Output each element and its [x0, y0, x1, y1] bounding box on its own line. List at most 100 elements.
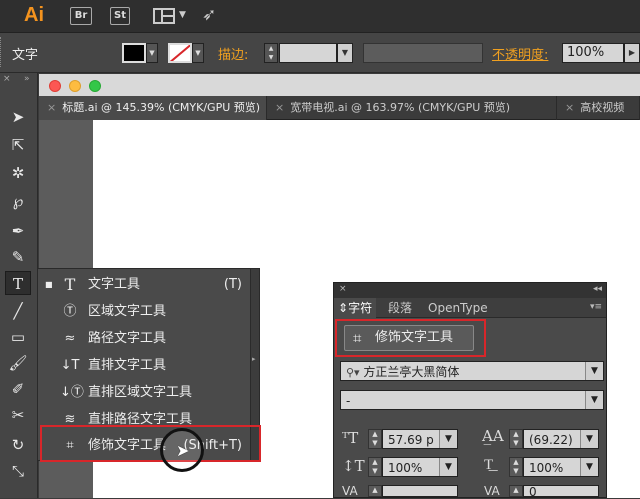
kerning-field[interactable]: [382, 485, 458, 497]
horizontal-scale-field[interactable]: 100% ▼: [523, 457, 599, 477]
scale-tool-icon[interactable]: ⤡: [5, 459, 31, 483]
panel-menu-icon[interactable]: ▾≡: [590, 302, 602, 312]
panel-header: × ◂◂: [334, 283, 606, 298]
zoom-window-button[interactable]: [89, 80, 101, 92]
font-style-value: -: [346, 394, 351, 408]
pen-tool-icon[interactable]: ✒: [5, 219, 31, 243]
character-panel: × ◂◂ ⇕字符 段落 OpenType ▾≡ ⌗ 修饰文字工具 ⚲▾ 方正兰亭…: [333, 282, 607, 498]
bridge-button[interactable]: Br: [70, 7, 92, 25]
flyout-item-type-tool[interactable]: ■ T 文字工具 (T): [38, 271, 250, 298]
selection-tool-icon[interactable]: ➤: [5, 105, 31, 129]
rocket-icon[interactable]: ➶: [202, 5, 216, 25]
vertical-area-type-tool-icon: ↓Ⓣ: [60, 385, 84, 400]
type-on-path-tool-icon: ≈: [64, 331, 76, 346]
minimize-window-button[interactable]: [69, 80, 81, 92]
scissors-tool-icon[interactable]: ✂: [5, 403, 31, 427]
collapse-icon[interactable]: ×: [3, 74, 11, 84]
fill-dropdown[interactable]: ▼: [146, 43, 158, 63]
tab-document-1[interactable]: × 标题.ai @ 145.39% (CMYK/GPU 预览): [39, 96, 267, 120]
stock-button[interactable]: St: [110, 7, 130, 25]
flyout-item-type-on-path-tool[interactable]: ≈ 路径文字工具: [38, 325, 250, 352]
grip-icon: [0, 37, 4, 67]
type-tool-icon[interactable]: T: [5, 271, 31, 295]
tab-character[interactable]: ⇕字符: [334, 298, 377, 318]
font-size-field[interactable]: 57.69 p ▼: [382, 429, 458, 449]
font-style-field[interactable]: - ▼: [340, 390, 604, 410]
tracking-stepper[interactable]: ▲: [509, 485, 523, 497]
tab-label: 标题.ai @ 145.39% (CMYK/GPU 预览): [62, 101, 261, 114]
opacity-input[interactable]: 100%: [562, 43, 624, 63]
flyout-item-vertical-type-tool[interactable]: ↓T 直排文字工具: [38, 352, 250, 379]
tab-paragraph[interactable]: 段落: [384, 298, 416, 318]
curvature-tool-icon[interactable]: ✎: [5, 245, 31, 269]
kerning-stepper[interactable]: ▲: [368, 485, 382, 497]
font-size-stepper[interactable]: ▲ ▼: [368, 429, 382, 449]
flyout-item-vertical-area-type-tool[interactable]: ↓Ⓣ 直排区域文字工具: [38, 379, 250, 406]
chevron-down-icon[interactable]: ▼: [179, 10, 186, 20]
leading-stepper[interactable]: ▲ ▼: [509, 429, 523, 449]
horizontal-scale-value: 100%: [529, 461, 564, 475]
stroke-weight-dropdown[interactable]: ▼: [337, 43, 353, 63]
line-tool-icon[interactable]: ╱: [5, 299, 31, 323]
opacity-dropdown[interactable]: ▶: [624, 43, 640, 63]
tool-name-label: 文字: [12, 48, 39, 63]
flyout-item-label: 直排区域文字工具: [88, 385, 193, 400]
tracking-value: 0: [529, 485, 537, 499]
horizontal-scale-stepper[interactable]: ▲ ▼: [509, 457, 523, 477]
leading-icon: A̲A: [482, 427, 504, 445]
vertical-type-tool-icon: ↓T: [60, 358, 80, 373]
tab-document-3[interactable]: × 高校视频: [557, 96, 640, 120]
font-family-value: 方正兰亭大黑简体: [363, 365, 460, 379]
close-tab-icon[interactable]: ×: [565, 101, 574, 114]
stroke-color-swatch[interactable]: [168, 43, 192, 63]
type-tool-icon: T: [64, 275, 76, 294]
lasso-tool-icon[interactable]: ℘: [5, 189, 31, 213]
chevron-down-icon[interactable]: ▼: [585, 391, 603, 409]
flyout-item-label: 直排文字工具: [88, 358, 167, 373]
font-size-value: 57.69 p: [388, 433, 434, 447]
tab-document-2[interactable]: × 宽带电视.ai @ 163.97% (CMYK/GPU 预览): [267, 96, 557, 120]
expand-icon[interactable]: »: [24, 74, 30, 84]
vertical-scale-stepper[interactable]: ▲ ▼: [368, 457, 382, 477]
tab-opentype[interactable]: OpenType: [424, 298, 492, 318]
control-bar: 文字 ▼ ▼ 描边: ▲ ▼ ▼ 不透明度: 100% ▶: [0, 33, 640, 73]
tracking-field[interactable]: 0: [523, 485, 599, 499]
window-titlebar: [39, 74, 640, 96]
direct-selection-tool-icon[interactable]: ⇱: [5, 133, 31, 157]
kerning-icon: VA: [342, 484, 358, 498]
flyout-item-area-type-tool[interactable]: Ⓣ 区域文字工具: [38, 298, 250, 325]
font-family-field[interactable]: ⚲▾ 方正兰亭大黑简体 ▼: [340, 361, 604, 381]
tab-label: 宽带电视.ai @ 163.97% (CMYK/GPU 预览): [290, 101, 511, 114]
close-tab-icon[interactable]: ×: [47, 101, 56, 114]
stroke-dropdown[interactable]: ▼: [192, 43, 204, 63]
chevron-down-icon[interactable]: ▼: [585, 362, 603, 380]
highlight-touch-type-button: [335, 319, 486, 357]
tearoff-arrow-icon: ▸: [252, 355, 256, 363]
stroke-weight-stepper[interactable]: ▲ ▼: [264, 43, 278, 63]
stroke-weight-input[interactable]: [279, 43, 337, 63]
rotate-tool-icon[interactable]: ↻: [5, 433, 31, 457]
stroke-label: 描边:: [218, 48, 249, 63]
chevron-down-icon[interactable]: ▼: [580, 458, 598, 476]
chevron-down-icon[interactable]: ▼: [439, 430, 457, 448]
layout-grid-icon[interactable]: [153, 8, 175, 24]
leading-value: (69.22): [529, 433, 573, 447]
vertical-scale-field[interactable]: 100% ▼: [382, 457, 458, 477]
close-panel-icon[interactable]: ×: [339, 284, 347, 294]
close-window-button[interactable]: [49, 80, 61, 92]
eraser-tool-icon[interactable]: ✐: [5, 377, 31, 401]
fill-color-swatch[interactable]: [122, 43, 146, 63]
close-tab-icon[interactable]: ×: [275, 101, 284, 114]
paintbrush-tool-icon[interactable]: 🖌: [5, 351, 31, 375]
chevron-down-icon[interactable]: ▼: [439, 458, 457, 476]
variable-width-profile[interactable]: [363, 43, 483, 63]
rectangle-tool-icon[interactable]: ▭: [5, 325, 31, 349]
leading-field[interactable]: (69.22) ▼: [523, 429, 599, 449]
document-tabs: × 标题.ai @ 145.39% (CMYK/GPU 预览) × 宽带电视.ai …: [39, 96, 640, 120]
collapse-panel-icon[interactable]: ◂◂: [593, 284, 602, 294]
chevron-down-icon[interactable]: ▼: [580, 430, 598, 448]
opacity-label[interactable]: 不透明度:: [492, 44, 548, 63]
magic-wand-icon[interactable]: ✲: [5, 161, 31, 185]
illustrator-logo: Ai: [24, 4, 44, 26]
tracking-icon: VA: [484, 484, 500, 498]
